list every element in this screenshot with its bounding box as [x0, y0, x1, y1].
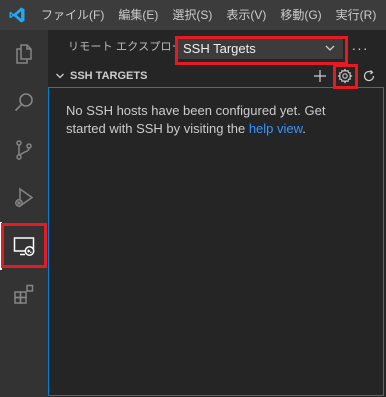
- vscode-logo-icon: [0, 0, 34, 30]
- menu-go[interactable]: 移動(G): [273, 0, 328, 30]
- chevron-down-icon: [50, 65, 70, 87]
- remote-explorer-icon: [13, 237, 35, 256]
- run-debug-icon: [15, 187, 34, 208]
- activity-explorer[interactable]: [0, 30, 48, 78]
- menu-view[interactable]: 表示(V): [219, 0, 273, 30]
- sidebar-header: リモート エクスプローラー SSH Targets ···: [48, 30, 386, 65]
- add-icon[interactable]: [310, 66, 330, 86]
- menu-file[interactable]: ファイル(F): [34, 0, 111, 30]
- activity-remote-explorer[interactable]: [0, 222, 48, 270]
- activity-bar: [0, 30, 48, 397]
- section-title: SSH TARGETS: [70, 70, 148, 82]
- vscode-window: ファイル(F) 編集(E) 選択(S) 表示(V) 移動(G) 実行(R) リモ…: [0, 0, 386, 397]
- remote-explorer-sidebar: リモート エクスプローラー SSH Targets ··· SSH TARGET…: [48, 30, 386, 397]
- more-actions-icon[interactable]: ···: [350, 38, 370, 58]
- activity-run-debug[interactable]: [0, 174, 48, 222]
- menu-edit[interactable]: 編集(E): [111, 0, 165, 30]
- search-icon: [14, 93, 33, 112]
- target-type-dropdown[interactable]: SSH Targets: [178, 37, 343, 59]
- chevron-down-icon: [322, 37, 338, 59]
- activity-search[interactable]: [0, 78, 48, 126]
- files-icon: [16, 44, 32, 64]
- refresh-icon[interactable]: [359, 66, 379, 86]
- menu-selection[interactable]: 選択(S): [165, 0, 219, 30]
- gear-icon[interactable]: [335, 66, 355, 86]
- welcome-text-end: .: [302, 121, 306, 136]
- activity-extensions[interactable]: [0, 270, 48, 318]
- welcome-message: No SSH hosts have been configured yet. G…: [66, 102, 366, 138]
- menu-run[interactable]: 実行(R): [329, 0, 384, 30]
- source-control-icon: [16, 140, 32, 160]
- extensions-icon: [14, 284, 34, 304]
- ssh-targets-section-header[interactable]: SSH TARGETS: [48, 65, 386, 87]
- activity-source-control[interactable]: [0, 126, 48, 174]
- help-view-link[interactable]: help view: [249, 121, 302, 136]
- menu-bar: ファイル(F) 編集(E) 選択(S) 表示(V) 移動(G) 実行(R): [0, 0, 386, 30]
- target-type-selected: SSH Targets: [183, 40, 256, 56]
